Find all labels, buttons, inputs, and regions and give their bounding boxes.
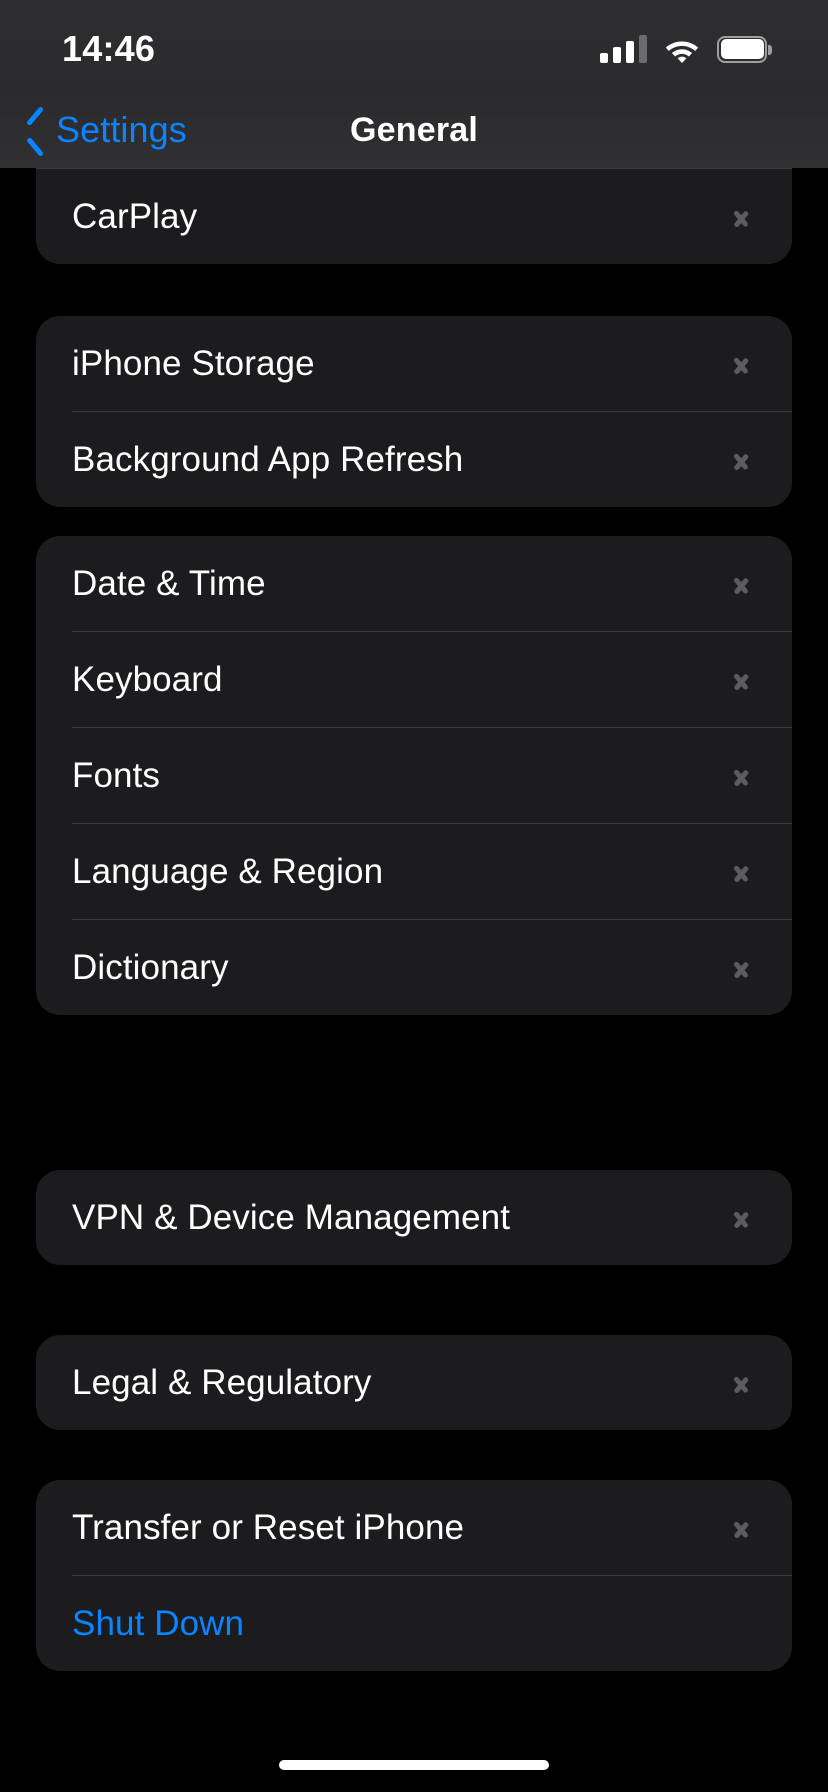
chevron-right-icon xyxy=(733,953,750,983)
row-transfer-or-reset-iphone-label: Transfer or Reset iPhone xyxy=(72,1507,465,1547)
group-legal: Legal & Regulatory xyxy=(36,1335,792,1430)
row-shut-down[interactable]: Shut Down xyxy=(36,1576,792,1671)
row-background-app-refresh-label: Background App Refresh xyxy=(72,439,464,479)
home-indicator[interactable] xyxy=(279,1760,549,1770)
back-button[interactable]: Settings xyxy=(24,109,187,151)
row-date-and-time[interactable]: Date & Time xyxy=(36,536,792,631)
navigation-bar: Settings General xyxy=(0,92,828,168)
row-background-app-refresh[interactable]: Background App Refresh xyxy=(36,412,792,507)
chevron-right-icon xyxy=(733,1513,750,1543)
row-carplay-label: CarPlay xyxy=(72,196,198,236)
back-button-label: Settings xyxy=(56,109,187,150)
row-date-and-time-label: Date & Time xyxy=(72,563,266,603)
row-transfer-or-reset-iphone[interactable]: Transfer or Reset iPhone xyxy=(36,1480,792,1575)
settings-general-screen: 14:46 Settings General CarPlay iPhone St… xyxy=(0,0,828,1792)
row-keyboard-label: Keyboard xyxy=(72,659,223,699)
row-shut-down-label: Shut Down xyxy=(72,1603,245,1643)
row-fonts[interactable]: Fonts xyxy=(36,728,792,823)
row-language-and-region-label: Language & Region xyxy=(72,851,384,891)
chevron-left-icon xyxy=(24,111,46,149)
status-bar: 14:46 xyxy=(0,0,828,92)
battery-icon xyxy=(717,35,772,63)
wifi-icon xyxy=(663,35,701,63)
cellular-signal-icon xyxy=(600,35,647,63)
group-carplay: CarPlay xyxy=(36,168,792,264)
row-legal-and-regulatory-label: Legal & Regulatory xyxy=(72,1362,372,1402)
row-carplay[interactable]: CarPlay xyxy=(36,169,792,264)
row-iphone-storage-label: iPhone Storage xyxy=(72,343,315,383)
group-vpn: VPN & Device Management xyxy=(36,1170,792,1265)
group-reset: Transfer or Reset iPhone Shut Down xyxy=(36,1480,792,1671)
row-language-and-region[interactable]: Language & Region xyxy=(36,824,792,919)
row-dictionary-label: Dictionary xyxy=(72,947,229,987)
chevron-right-icon xyxy=(733,857,750,887)
status-bar-time: 14:46 xyxy=(62,28,156,69)
chevron-right-icon xyxy=(733,349,750,379)
group-storage: iPhone Storage Background App Refresh xyxy=(36,316,792,507)
row-vpn-device-management-label: VPN & Device Management xyxy=(72,1197,511,1237)
chevron-right-icon xyxy=(733,1368,750,1398)
row-iphone-storage[interactable]: iPhone Storage xyxy=(36,316,792,411)
row-vpn-device-management[interactable]: VPN & Device Management xyxy=(36,1170,792,1265)
chevron-right-icon xyxy=(733,665,750,695)
row-fonts-label: Fonts xyxy=(72,755,161,795)
settings-list[interactable]: CarPlay iPhone Storage Background App Refr… xyxy=(0,168,828,1792)
group-localization: Date & Time Keyboard Fonts Language & Regio… xyxy=(36,536,792,1015)
chevron-right-icon xyxy=(733,569,750,599)
row-keyboard[interactable]: Keyboard xyxy=(36,632,792,727)
chevron-right-icon xyxy=(733,1203,750,1233)
row-legal-and-regulatory[interactable]: Legal & Regulatory xyxy=(36,1335,792,1430)
status-bar-indicators xyxy=(600,35,772,63)
chevron-right-icon xyxy=(733,445,750,475)
row-dictionary[interactable]: Dictionary xyxy=(36,920,792,1015)
chevron-right-icon xyxy=(733,761,750,791)
chevron-right-icon xyxy=(733,202,750,232)
